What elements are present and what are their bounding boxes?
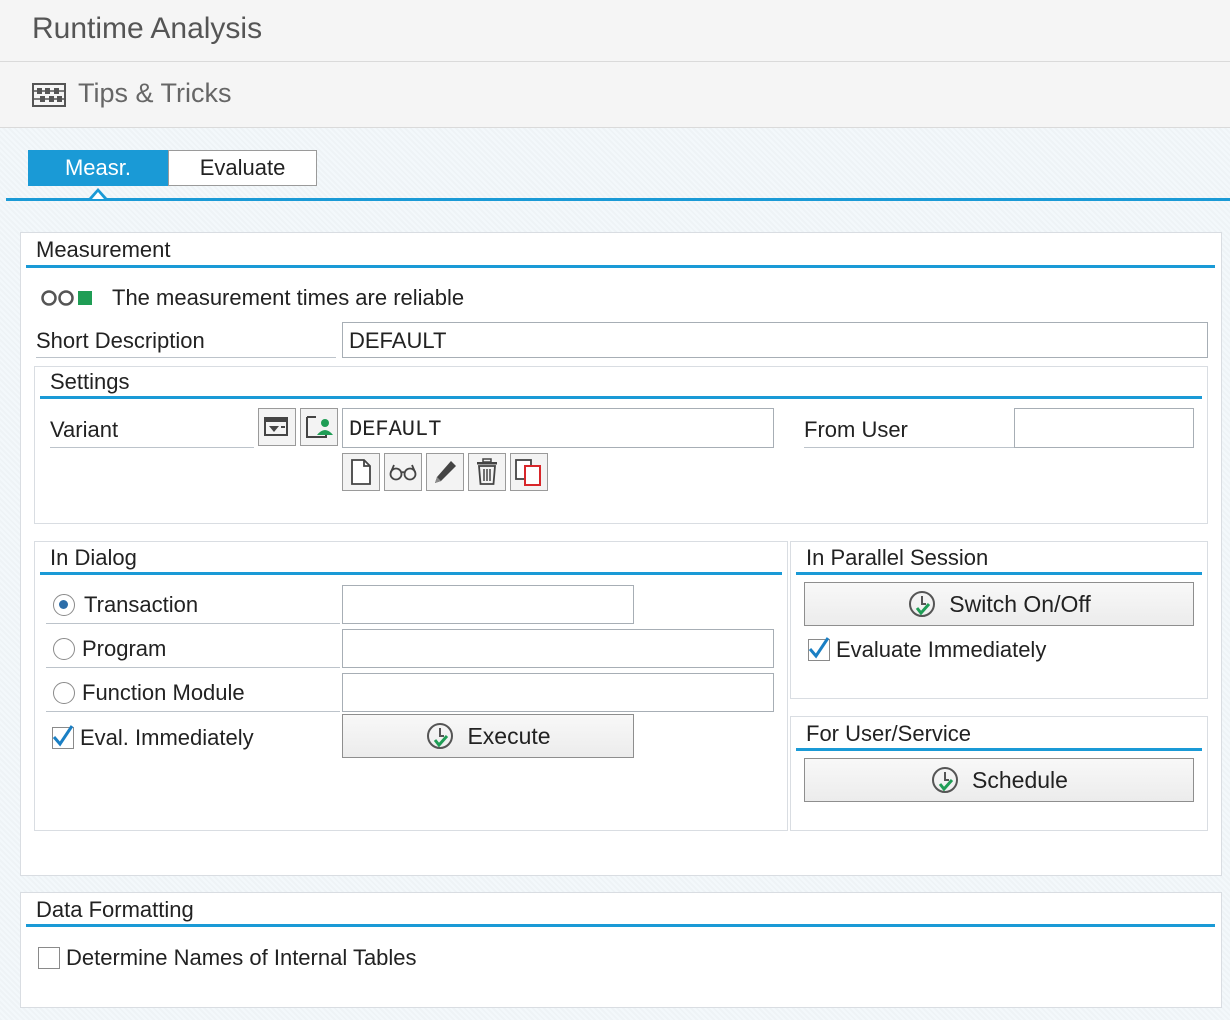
variant-value: DEFAULT: [349, 417, 442, 442]
user-variant-button[interactable]: [300, 408, 338, 446]
toolbar: Tips & Tricks: [0, 62, 1230, 128]
determine-names-checkbox[interactable]: [38, 947, 60, 969]
schedule-button[interactable]: Schedule: [804, 758, 1194, 802]
schedule-clock-icon: [932, 767, 959, 793]
program-radio[interactable]: [53, 638, 75, 660]
variant-label: Variant: [50, 410, 254, 448]
copy-variant-button[interactable]: [510, 453, 548, 491]
checkmark-icon: [52, 725, 74, 747]
short-description-label: Short Description: [36, 322, 336, 358]
glasses-icon: [389, 464, 417, 481]
traffic-light-icon: [40, 288, 94, 314]
user-variant-icon: [306, 416, 333, 438]
tips-tricks-link[interactable]: Tips & Tricks: [78, 78, 232, 109]
determine-names-label: Determine Names of Internal Tables: [66, 945, 417, 970]
select-variant-icon: [264, 417, 288, 436]
schedule-label: Schedule: [972, 766, 1068, 793]
copy-icon: [515, 459, 541, 486]
from-user-label-text: From User: [804, 417, 908, 442]
transaction-label: Transaction: [84, 592, 199, 617]
settings-title-line: [40, 396, 1202, 399]
tab-measr[interactable]: Measr.: [28, 150, 168, 186]
abacus-icon[interactable]: [32, 82, 66, 114]
tab-strip-line: [6, 198, 1230, 201]
measurement-title: Measurement: [36, 237, 171, 262]
eval-immediately-label: Eval. Immediately: [80, 725, 254, 750]
user-service-title-line: [796, 748, 1202, 751]
page-title: Runtime Analysis: [32, 12, 263, 45]
program-field[interactable]: [342, 629, 774, 668]
in-dialog-title: In Dialog: [50, 545, 137, 570]
pencil-icon: [435, 461, 456, 483]
parallel-session-title-line: [796, 572, 1202, 575]
evaluate-immediately-label: Evaluate Immediately: [836, 637, 1047, 662]
in-dialog-title-line: [40, 572, 782, 575]
execute-clock-icon: [427, 723, 454, 749]
short-description-field[interactable]: DEFAULT: [342, 322, 1208, 358]
data-formatting-title-line: [26, 924, 1215, 927]
settings-title: Settings: [50, 369, 130, 394]
measurement-status-text: The measurement times are reliable: [112, 285, 465, 310]
short-description-value: DEFAULT: [349, 328, 447, 353]
new-document-icon: [351, 459, 371, 485]
execute-button[interactable]: Execute: [342, 714, 634, 758]
checkmark-icon: [808, 637, 830, 659]
parallel-session-title: In Parallel Session: [806, 545, 989, 570]
data-formatting-title: Data Formatting: [36, 897, 194, 922]
edit-variant-button[interactable]: [426, 453, 464, 491]
measurement-title-line: [26, 265, 1215, 268]
tab-active-indicator-inner: [92, 192, 104, 199]
tab-evaluate[interactable]: Evaluate: [168, 150, 317, 186]
switch-on-off-label: Switch On/Off: [949, 590, 1091, 617]
display-variant-button[interactable]: [384, 453, 422, 491]
switch-on-off-button[interactable]: Switch On/Off: [804, 582, 1194, 626]
evaluate-immediately-checkbox[interactable]: [808, 637, 830, 661]
transaction-radio[interactable]: [53, 594, 75, 616]
variant-field[interactable]: DEFAULT: [342, 408, 774, 448]
new-variant-button[interactable]: [342, 453, 380, 491]
program-label: Program: [82, 636, 167, 661]
switch-clock-icon: [909, 591, 936, 617]
user-service-title: For User/Service: [806, 721, 972, 746]
from-user-field[interactable]: [1014, 408, 1194, 448]
function-module-label: Function Module: [82, 680, 245, 705]
transaction-field[interactable]: [342, 585, 634, 624]
variant-label-text: Variant: [50, 417, 119, 442]
short-description-label-text: Short Description: [36, 328, 205, 353]
function-module-field[interactable]: [342, 673, 774, 712]
from-user-label: From User: [804, 410, 1014, 448]
execute-label: Execute: [467, 722, 551, 749]
title-bar: Runtime Analysis: [0, 0, 1230, 62]
eval-immediately-checkbox[interactable]: [52, 725, 74, 749]
delete-variant-button[interactable]: [468, 453, 506, 491]
function-module-radio[interactable]: [53, 682, 75, 704]
variant-select-button[interactable]: [258, 408, 296, 446]
trash-icon: [477, 458, 497, 485]
